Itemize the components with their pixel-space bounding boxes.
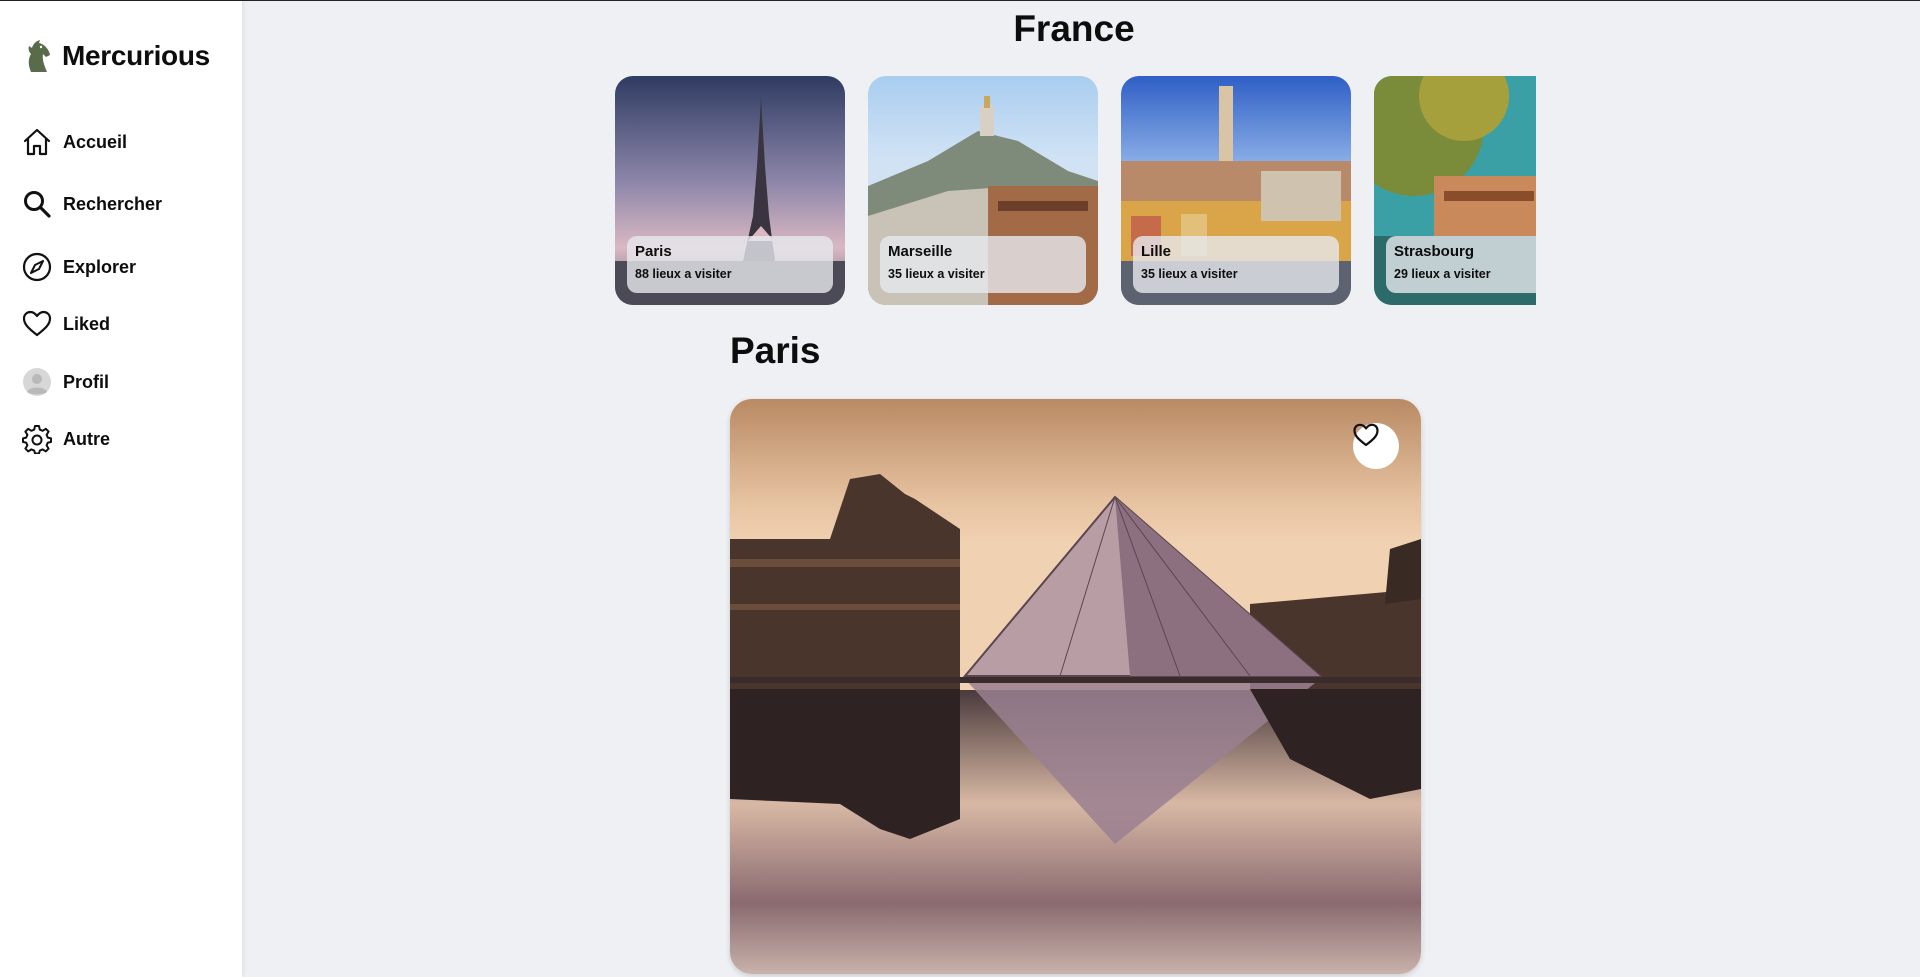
sidebar-item-label: Rechercher [63,193,163,214]
sidebar-item-explorer[interactable]: Explorer [22,252,232,282]
city-info-panel: Paris 88 lieux a visiter [627,236,833,293]
city-places-count: 88 lieux a visiter [635,267,732,281]
city-card-lille[interactable]: Lille 35 lieux a visiter [1121,76,1351,305]
city-card-strasbourg[interactable]: Strasbourg 29 lieux a visiter [1374,76,1536,305]
country-title: France [1013,8,1135,49]
sidebar-item-profil[interactable]: Profil [22,367,232,397]
city-places-count: 35 lieux a visiter [1141,267,1238,281]
sidebar-item-rechercher[interactable]: Rechercher [22,189,232,219]
city-card-marseille[interactable]: Marseille 35 lieux a visiter [868,76,1098,305]
sidebar-item-label: Accueil [63,131,128,152]
app-name: Mercurious [62,40,210,71]
city-name: Paris [635,243,672,260]
city-card-paris[interactable]: Paris 88 lieux a visiter [615,76,845,305]
sidebar-item-liked[interactable]: Liked [22,309,232,339]
sidebar-item-label: Profil [63,371,110,392]
search-icon [22,189,52,219]
gear-icon [22,424,52,454]
brand[interactable]: Mercurious [22,39,210,73]
city-places-count: 35 lieux a visiter [888,267,985,281]
featured-place-image [730,399,1421,974]
city-info-panel: Lille 35 lieux a visiter [1133,236,1339,293]
heart-icon [22,309,52,339]
city-info-panel: Marseille 35 lieux a visiter [880,236,1086,293]
featured-place-card[interactable] [730,399,1421,974]
main-content: France Paris 88 lieux a visiter Marseill… [242,0,1920,977]
like-button[interactable] [1353,423,1399,469]
city-info-panel: Strasbourg 29 lieux a visiter [1386,236,1536,293]
compass-icon [22,252,52,282]
home-icon [22,127,52,157]
sidebar-item-label: Autre [63,428,111,449]
city-carousel[interactable]: Paris 88 lieux a visiter Marseille 35 li… [615,76,1536,306]
horse-logo-icon [28,40,50,72]
sidebar: Mercurious Accueil Rechercher Explorer L… [0,1,242,977]
city-places-count: 29 lieux a visiter [1394,267,1491,281]
sidebar-item-label: Liked [63,313,111,334]
city-name: Marseille [888,243,953,260]
sidebar-item-label: Explorer [63,256,137,277]
city-name: Lille [1141,243,1172,260]
avatar-icon [22,367,52,397]
city-name: Strasbourg [1394,243,1475,260]
heart-icon [1353,423,1379,447]
sidebar-item-accueil[interactable]: Accueil [22,127,232,157]
section-title: Paris [730,330,821,371]
sidebar-item-autre[interactable]: Autre [22,424,232,454]
